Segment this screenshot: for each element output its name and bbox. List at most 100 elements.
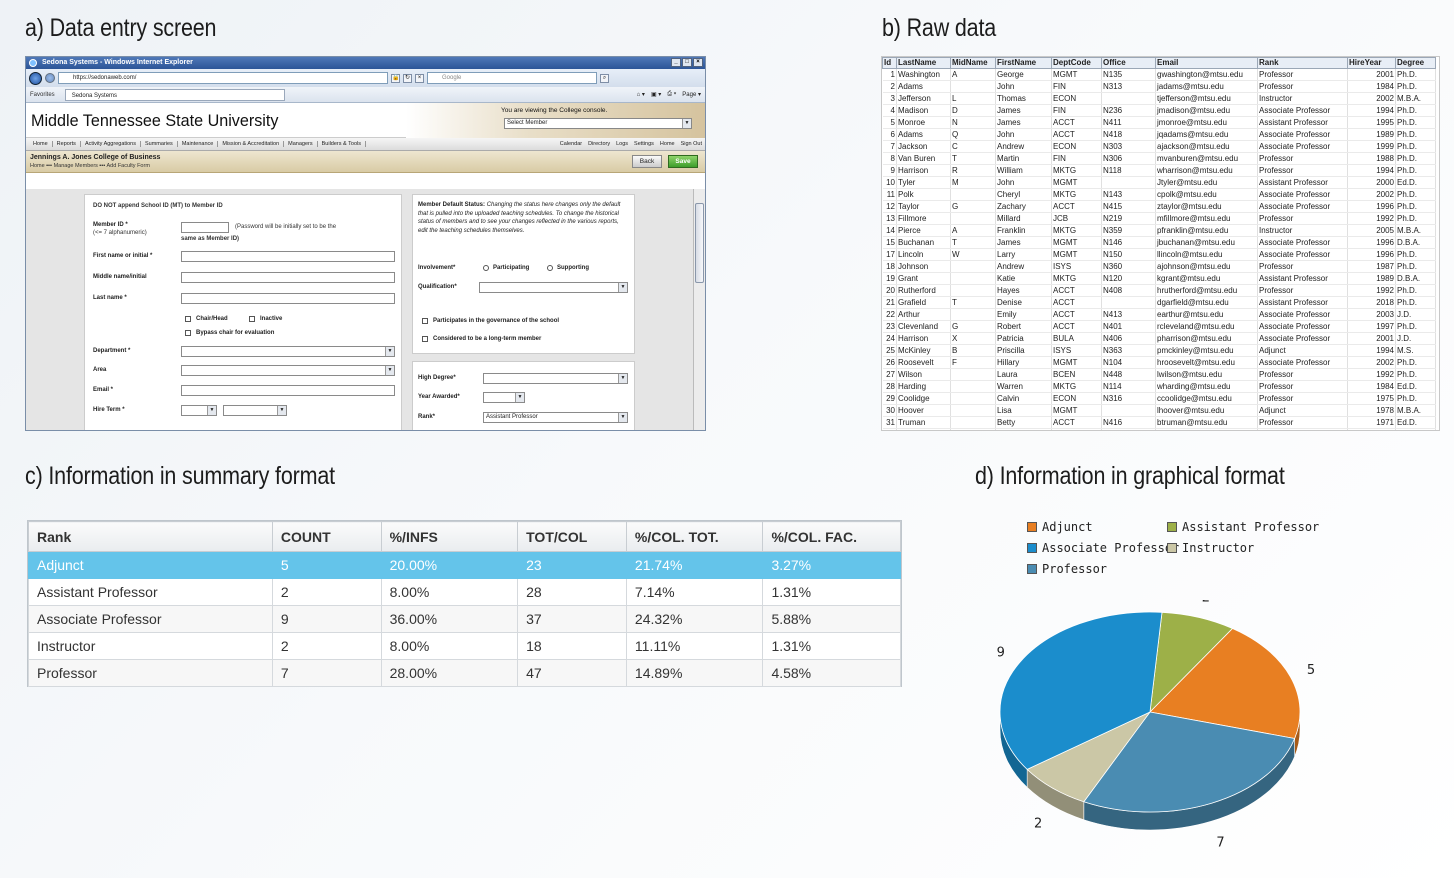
raw-column-header[interactable]: FirstName: [995, 57, 1052, 69]
url-input[interactable]: https://sedonaweb.com/: [58, 72, 388, 84]
raw-cell[interactable]: 1984: [1347, 380, 1396, 393]
raw-cell[interactable]: Professor: [1257, 416, 1348, 429]
raw-cell[interactable]: 1971: [1347, 416, 1396, 429]
middle-name-input[interactable]: [181, 272, 395, 283]
raw-cell[interactable]: N104: [1101, 356, 1156, 369]
raw-cell[interactable]: mvanburen@mtsu.edu: [1155, 152, 1258, 165]
raw-cell[interactable]: [1101, 296, 1156, 309]
raw-cell[interactable]: Associate Professor: [1257, 332, 1348, 345]
summary-column-header[interactable]: %/COL. TOT.: [625, 521, 764, 552]
raw-cell[interactable]: MGMT: [1051, 68, 1102, 81]
raw-cell[interactable]: Truman: [896, 416, 951, 429]
raw-cell[interactable]: ACCT: [1051, 296, 1102, 309]
raw-cell[interactable]: A: [950, 68, 996, 81]
raw-cell[interactable]: Grant: [896, 272, 951, 285]
raw-cell[interactable]: jbuchanan@mtsu.edu: [1155, 236, 1258, 249]
raw-cell[interactable]: 1999: [1347, 140, 1396, 153]
raw-cell[interactable]: Hayes: [995, 284, 1052, 297]
summary-row[interactable]: Assistant Professor 2 8.00% 28 7.14% 1.31%: [28, 578, 901, 606]
raw-cell[interactable]: N135: [1101, 68, 1156, 81]
raw-cell[interactable]: 2: [882, 80, 897, 93]
raw-cell[interactable]: [950, 404, 996, 417]
raw-cell[interactable]: jadams@mtsu.edu: [1155, 80, 1258, 93]
raw-cell[interactable]: Priscilla: [995, 344, 1052, 357]
back-arrow-icon[interactable]: [29, 71, 42, 85]
raw-cell[interactable]: jmonroe@mtsu.edu: [1155, 116, 1258, 129]
raw-cell[interactable]: 32: [882, 428, 897, 430]
menu-item[interactable]: Maintenance: [178, 141, 219, 147]
raw-cell[interactable]: MGMT: [1051, 404, 1102, 417]
raw-cell[interactable]: Lincoln: [896, 248, 951, 261]
raw-cell[interactable]: Laura: [995, 368, 1052, 381]
raw-cell[interactable]: 7: [882, 140, 897, 153]
print-icon[interactable]: ⎙ ▾: [667, 91, 676, 98]
raw-cell[interactable]: W: [950, 248, 996, 261]
raw-cell[interactable]: 1989: [1347, 272, 1396, 285]
raw-cell[interactable]: Associate Professor: [1257, 356, 1348, 369]
raw-cell[interactable]: Professor: [1257, 380, 1348, 393]
raw-cell[interactable]: ISYS: [1051, 260, 1102, 273]
raw-cell[interactable]: T: [950, 236, 996, 249]
raw-cell[interactable]: Assistant Professor: [1257, 176, 1348, 189]
raw-cell[interactable]: James: [995, 116, 1052, 129]
raw-cell[interactable]: Ph.D.: [1395, 116, 1436, 129]
raw-column-header[interactable]: Rank: [1257, 57, 1348, 69]
hire-year-select[interactable]: ▼: [223, 405, 287, 416]
participating-radio[interactable]: [483, 265, 489, 271]
menu-item-right[interactable]: Settings: [631, 141, 657, 147]
close-icon[interactable]: ×: [693, 58, 703, 67]
raw-cell[interactable]: John: [995, 80, 1052, 93]
raw-cell[interactable]: pharrison@mtsu.edu: [1155, 332, 1258, 345]
select-member-dropdown[interactable]: Select Member ▼: [504, 118, 692, 129]
supporting-radio[interactable]: [547, 265, 553, 271]
raw-cell[interactable]: Ph.D.: [1395, 368, 1436, 381]
raw-cell[interactable]: Harrison: [896, 332, 951, 345]
raw-cell[interactable]: 5: [882, 116, 897, 129]
raw-cell[interactable]: 1992: [1347, 368, 1396, 381]
raw-cell[interactable]: [950, 380, 996, 393]
raw-cell[interactable]: 6: [882, 128, 897, 141]
raw-column-header[interactable]: MidName: [950, 57, 996, 69]
raw-cell[interactable]: James: [995, 104, 1052, 117]
raw-cell[interactable]: 1996: [1347, 236, 1396, 249]
raw-cell[interactable]: FIN: [1051, 152, 1102, 165]
raw-cell[interactable]: Ph.D.: [1395, 428, 1436, 430]
raw-cell[interactable]: Ph.D.: [1395, 212, 1436, 225]
raw-cell[interactable]: Jackson: [896, 140, 951, 153]
raw-cell[interactable]: Q: [950, 128, 996, 141]
raw-cell[interactable]: Johnson: [896, 428, 951, 430]
raw-cell[interactable]: [950, 308, 996, 321]
raw-cell[interactable]: [950, 284, 996, 297]
raw-cell[interactable]: ACCT: [1051, 284, 1102, 297]
raw-cell[interactable]: [950, 272, 996, 285]
raw-cell[interactable]: James: [995, 236, 1052, 249]
raw-cell[interactable]: wharrison@mtsu.edu: [1155, 164, 1258, 177]
raw-cell[interactable]: Adams: [896, 80, 951, 93]
raw-cell[interactable]: [950, 80, 996, 93]
raw-column-header[interactable]: DeptCode: [1051, 57, 1102, 69]
raw-cell[interactable]: 22: [882, 308, 897, 321]
raw-cell[interactable]: T: [950, 296, 996, 309]
search-input[interactable]: Google: [427, 72, 597, 84]
member-id-input[interactable]: [181, 222, 229, 233]
raw-cell[interactable]: N120: [1101, 272, 1156, 285]
home-icon[interactable]: ⌂ ▾: [637, 91, 645, 98]
raw-cell[interactable]: 2000: [1347, 176, 1396, 189]
raw-cell[interactable]: ISYS: [1051, 344, 1102, 357]
raw-cell[interactable]: Ph.D.: [1395, 152, 1436, 165]
raw-cell[interactable]: MKTG: [1051, 272, 1102, 285]
raw-cell[interactable]: mfillmore@mtsu.edu: [1155, 212, 1258, 225]
raw-cell[interactable]: gwashington@mtsu.edu: [1155, 68, 1258, 81]
raw-cell[interactable]: William: [995, 164, 1052, 177]
raw-cell[interactable]: hroosevelt@mtsu.edu: [1155, 356, 1258, 369]
raw-cell[interactable]: Ph.D.: [1395, 140, 1436, 153]
raw-cell[interactable]: 25: [882, 344, 897, 357]
raw-cell[interactable]: N143: [1101, 188, 1156, 201]
raw-cell[interactable]: 3: [882, 92, 897, 105]
raw-cell[interactable]: Larry: [995, 248, 1052, 261]
vertical-scrollbar[interactable]: [693, 189, 705, 430]
raw-cell[interactable]: Franklin: [995, 224, 1052, 237]
raw-cell[interactable]: N150: [1101, 248, 1156, 261]
search-icon[interactable]: ⌕: [600, 73, 609, 83]
last-name-input[interactable]: [181, 293, 395, 304]
